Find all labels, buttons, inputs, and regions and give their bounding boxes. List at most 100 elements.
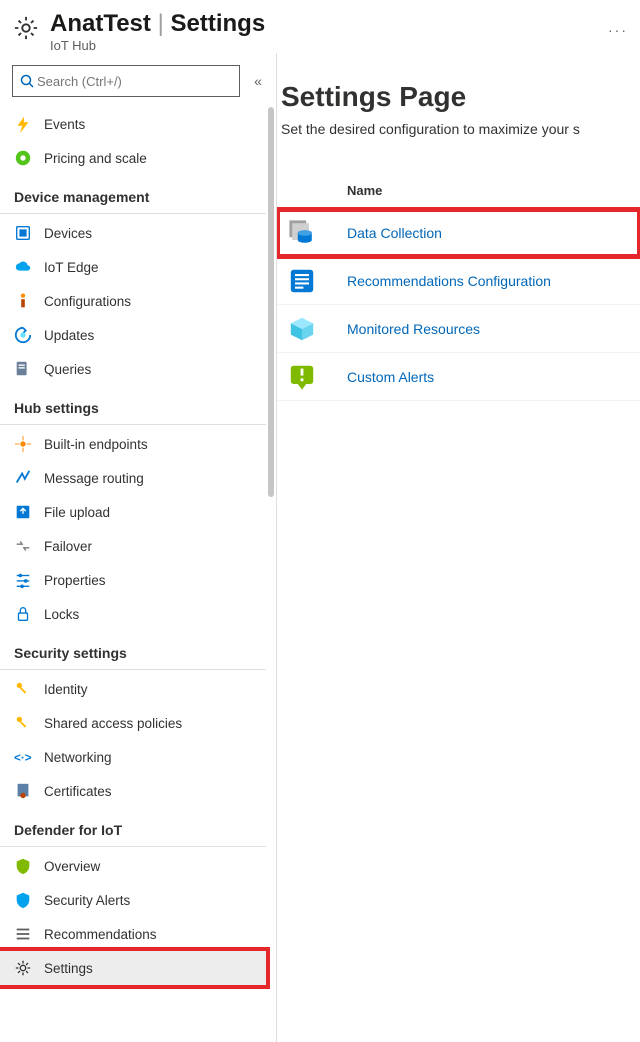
key2-icon xyxy=(14,714,32,732)
sidebar-item-label: Properties xyxy=(44,573,106,588)
row-label: Custom Alerts xyxy=(347,369,434,385)
cube-icon xyxy=(287,314,317,344)
settings-row-data-collection[interactable]: Data Collection xyxy=(277,209,640,257)
sidebar-item-pricing-and-scale[interactable]: Pricing and scale xyxy=(0,141,266,175)
settings-row-recommendations-configuration[interactable]: Recommendations Configuration xyxy=(277,257,640,305)
key-icon xyxy=(14,680,32,698)
db-icon xyxy=(287,218,317,248)
bolt-icon xyxy=(14,115,32,133)
main-description: Set the desired configuration to maximiz… xyxy=(277,121,640,177)
config-icon xyxy=(14,292,32,310)
list-icon xyxy=(14,925,32,943)
scrollbar[interactable] xyxy=(268,107,274,497)
search-icon xyxy=(19,73,35,89)
upload-icon xyxy=(14,503,32,521)
sidebar-item-properties[interactable]: Properties xyxy=(0,563,266,597)
device-icon xyxy=(14,224,32,242)
sidebar-item-certificates[interactable]: Certificates xyxy=(0,774,266,808)
sidebar-item-iot-edge[interactable]: IoT Edge xyxy=(0,250,266,284)
sidebar-item-label: Networking xyxy=(44,750,112,765)
alert-icon xyxy=(287,362,317,392)
sidebar-item-file-upload[interactable]: File upload xyxy=(0,495,266,529)
sidebar-item-security-alerts[interactable]: Security Alerts xyxy=(0,883,266,917)
update-icon xyxy=(14,326,32,344)
network-icon: <·> xyxy=(14,748,32,766)
checklist-icon xyxy=(287,266,317,296)
sidebar-group-title: Device management xyxy=(0,175,266,214)
sidebar-item-message-routing[interactable]: Message routing xyxy=(0,461,266,495)
shield-icon xyxy=(14,857,32,875)
main-pane: Settings Page Set the desired configurat… xyxy=(277,53,640,1042)
sidebar-item-label: Pricing and scale xyxy=(44,151,147,166)
sidebar-item-overview[interactable]: Overview xyxy=(0,849,266,883)
sidebar-item-updates[interactable]: Updates xyxy=(0,318,266,352)
sidebar-item-label: Queries xyxy=(44,362,91,377)
sidebar-group-title: Hub settings xyxy=(0,386,266,425)
row-label: Monitored Resources xyxy=(347,321,480,337)
collapse-sidebar-button[interactable]: « xyxy=(248,71,268,91)
properties-icon xyxy=(14,571,32,589)
sidebar-item-label: Settings xyxy=(44,961,93,976)
sidebar-item-label: Failover xyxy=(44,539,92,554)
sidebar-item-label: Message routing xyxy=(44,471,144,486)
page-title-line: AnatTest | Settings xyxy=(50,10,265,38)
sidebar-item-label: Recommendations xyxy=(44,927,157,942)
failover-icon xyxy=(14,537,32,555)
header-text: AnatTest | Settings IoT Hub xyxy=(50,10,265,53)
sidebar-item-devices[interactable]: Devices xyxy=(0,216,266,250)
sidebar-item-built-in-endpoints[interactable]: Built-in endpoints xyxy=(0,427,266,461)
table-header-name: Name xyxy=(277,177,640,209)
page-name: Settings xyxy=(170,10,265,37)
sidebar-item-settings[interactable]: Settings xyxy=(0,951,266,985)
sidebar-item-shared-access-policies[interactable]: Shared access policies xyxy=(0,706,266,740)
main-title: Settings Page xyxy=(277,81,640,121)
sidebar-item-label: Updates xyxy=(44,328,94,343)
settings-row-monitored-resources[interactable]: Monitored Resources xyxy=(277,305,640,353)
sidebar-item-label: Security Alerts xyxy=(44,893,130,908)
sidebar-item-recommendations[interactable]: Recommendations xyxy=(0,917,266,951)
sidebar-item-label: Identity xyxy=(44,682,88,697)
row-label: Data Collection xyxy=(347,225,442,241)
endpoint-icon xyxy=(14,435,32,453)
more-button[interactable]: ··· xyxy=(608,22,628,38)
sidebar-item-locks[interactable]: Locks xyxy=(0,597,266,631)
sidebar-item-label: IoT Edge xyxy=(44,260,99,275)
title-sep: | xyxy=(151,10,171,37)
sidebar-item-label: Overview xyxy=(44,859,100,874)
sidebar-item-configurations[interactable]: Configurations xyxy=(0,284,266,318)
settings-row-custom-alerts[interactable]: Custom Alerts xyxy=(277,353,640,401)
gear-icon xyxy=(12,14,40,42)
search-field[interactable] xyxy=(35,73,233,90)
sidebar-scroll: Events Pricing and scale Device management… xyxy=(0,107,276,1042)
lock-icon xyxy=(14,605,32,623)
sidebar-item-label: Events xyxy=(44,117,85,132)
sidebar: « Events Pricing and scale Device manageme… xyxy=(0,53,277,1042)
row-label: Recommendations Configuration xyxy=(347,273,551,289)
resource-name: AnatTest xyxy=(50,10,151,37)
sidebar-item-label: Locks xyxy=(44,607,79,622)
gear-icon xyxy=(14,959,32,977)
sidebar-item-label: Devices xyxy=(44,226,92,241)
sidebar-item-events[interactable]: Events xyxy=(0,107,266,141)
sidebar-item-label: Built-in endpoints xyxy=(44,437,148,452)
sidebar-item-label: Certificates xyxy=(44,784,112,799)
svg-text:<·>: <·> xyxy=(14,752,32,765)
shield-alert-icon xyxy=(14,891,32,909)
sidebar-group-title: Defender for IoT xyxy=(0,808,266,847)
sidebar-group-title: Security settings xyxy=(0,631,266,670)
cert-icon xyxy=(14,782,32,800)
resource-type: IoT Hub xyxy=(50,38,265,53)
sidebar-item-label: Configurations xyxy=(44,294,131,309)
sidebar-item-identity[interactable]: Identity xyxy=(0,672,266,706)
query-icon xyxy=(14,360,32,378)
sidebar-item-failover[interactable]: Failover xyxy=(0,529,266,563)
cloud-icon xyxy=(14,258,32,276)
sidebar-item-queries[interactable]: Queries xyxy=(0,352,266,386)
search-input[interactable] xyxy=(12,65,240,97)
meter-icon xyxy=(14,149,32,167)
sidebar-item-networking[interactable]: <·> Networking xyxy=(0,740,266,774)
page-header: AnatTest | Settings IoT Hub ··· xyxy=(0,0,640,53)
sidebar-item-label: File upload xyxy=(44,505,110,520)
route-icon xyxy=(14,469,32,487)
sidebar-item-label: Shared access policies xyxy=(44,716,182,731)
